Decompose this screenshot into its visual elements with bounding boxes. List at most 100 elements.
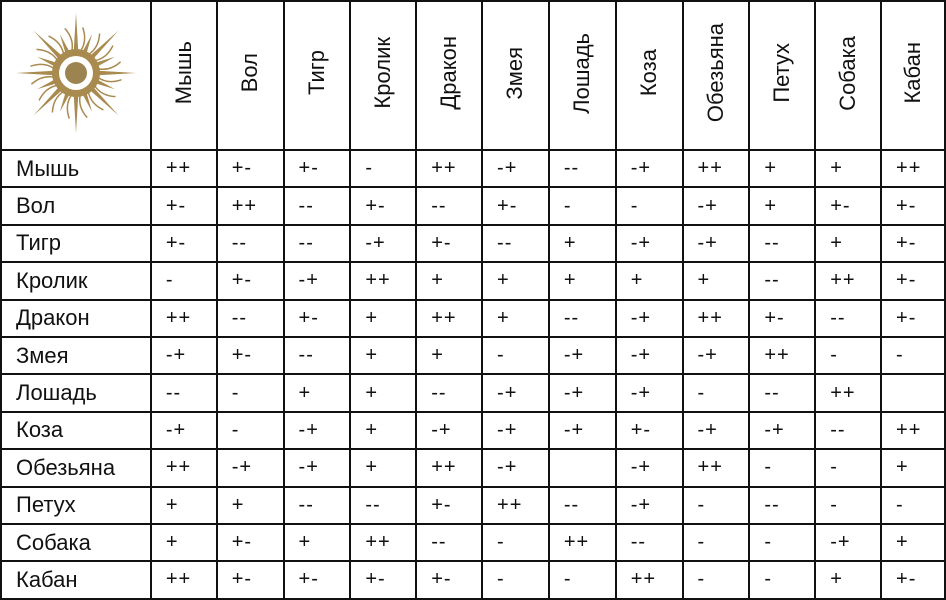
compatibility-cell: -- <box>149 373 218 413</box>
compatibility-cell: +- <box>614 410 684 451</box>
compatibility-cell: -+ <box>282 448 352 488</box>
compatibility-cell: -+ <box>547 410 617 451</box>
table-row: Вол +- ++ -- +- -- +- - - -+ + +- +- <box>0 186 946 226</box>
column-header: Мышь <box>149 0 218 151</box>
column-header-label: Вол <box>237 53 263 93</box>
compatibility-cell: +- <box>880 560 946 600</box>
compatibility-cell: -- <box>282 223 352 264</box>
table-row: Кролик - +- -+ ++ + + + + + -- ++ +- <box>0 261 946 301</box>
compatibility-cell: +- <box>282 298 352 338</box>
column-header-label: Тигр <box>303 50 329 96</box>
compatibility-cell: + <box>880 448 946 488</box>
compatibility-cell: -+ <box>282 261 352 301</box>
table-row: Тигр +- -- -- -+ +- -- + -+ -+ -- + +- <box>0 223 946 264</box>
compatibility-cell: - <box>814 335 883 376</box>
compatibility-cell: - <box>481 560 550 600</box>
sun-icon <box>15 13 136 133</box>
compatibility-cell: -+ <box>149 410 218 451</box>
column-header: Кролик <box>349 0 418 151</box>
column-header: Кабан <box>880 0 946 151</box>
compatibility-cell: - <box>614 186 684 226</box>
compatibility-cell: - <box>880 335 946 376</box>
compatibility-cell: + <box>349 448 418 488</box>
compatibility-cell: -+ <box>481 373 550 413</box>
compatibility-cell: ++ <box>681 448 751 488</box>
compatibility-cell: + <box>415 335 484 376</box>
compatibility-cell: -+ <box>614 223 684 264</box>
compatibility-cell: ++ <box>681 298 751 338</box>
compatibility-cell: -- <box>215 298 285 338</box>
compatibility-cell: ++ <box>547 522 617 563</box>
column-header: Собака <box>814 0 883 151</box>
compatibility-cell: - <box>681 373 751 413</box>
compatibility-cell: +- <box>880 261 946 301</box>
compatibility-cell: ++ <box>880 148 946 189</box>
compatibility-cell: ++ <box>149 298 218 338</box>
compatibility-cell: -+ <box>349 223 418 264</box>
compatibility-cell: -- <box>748 485 817 525</box>
compatibility-cell: -+ <box>215 448 285 488</box>
compatibility-cell: ++ <box>149 148 218 189</box>
column-header-label: Дракон <box>436 36 462 110</box>
compatibility-cell: - <box>481 335 550 376</box>
compatibility-cell: - <box>880 485 946 525</box>
compatibility-cell: -- <box>282 335 352 376</box>
compatibility-cell: - <box>349 148 418 189</box>
compatibility-cell: -+ <box>681 410 751 451</box>
compatibility-cell: + <box>547 261 617 301</box>
compatibility-cell: - <box>215 410 285 451</box>
row-label: Кролик <box>0 261 152 301</box>
compatibility-cell: ++ <box>415 448 484 488</box>
column-header-label: Змея <box>502 46 528 100</box>
compatibility-cell: -+ <box>282 410 352 451</box>
row-label: Змея <box>0 335 152 376</box>
compatibility-cell: +- <box>349 560 418 600</box>
compatibility-cell: + <box>814 560 883 600</box>
compatibility-cell: - <box>681 522 751 563</box>
compatibility-cell: + <box>681 261 751 301</box>
column-header-label: Кролик <box>370 37 396 109</box>
column-header: Обезьяна <box>681 0 751 151</box>
compatibility-cell: -- <box>748 373 817 413</box>
compatibility-cell: ++ <box>814 373 883 413</box>
row-label: Тигр <box>0 223 152 264</box>
compatibility-cell: + <box>349 373 418 413</box>
compatibility-cell: -+ <box>614 298 684 338</box>
compatibility-cell <box>547 448 617 488</box>
column-header: Коза <box>614 0 684 151</box>
compatibility-cell: + <box>614 261 684 301</box>
compatibility-cell: ++ <box>880 410 946 451</box>
compatibility-cell: -+ <box>814 522 883 563</box>
table-row: Кабан ++ +- +- +- +- - - ++ - - + +- <box>0 560 946 600</box>
compatibility-cell: +- <box>215 148 285 189</box>
compatibility-cell: + <box>349 298 418 338</box>
table-row: Собака + +- + ++ -- - ++ -- - - -+ + <box>0 522 946 563</box>
compatibility-cell: -- <box>282 186 352 226</box>
compatibility-cell: +- <box>149 223 218 264</box>
compatibility-cell: - <box>481 522 550 563</box>
logo-cell <box>0 0 152 151</box>
compatibility-cell: ++ <box>614 560 684 600</box>
compatibility-cell: - <box>814 485 883 525</box>
compatibility-cell: -+ <box>481 448 550 488</box>
compatibility-cell: +- <box>215 522 285 563</box>
column-header: Петух <box>748 0 817 151</box>
compatibility-cell: -+ <box>547 335 617 376</box>
table-row: Коза -+ - -+ + -+ -+ -+ +- -+ -+ -- ++ <box>0 410 946 451</box>
compatibility-cell: +- <box>880 186 946 226</box>
compatibility-cell: -+ <box>614 335 684 376</box>
compatibility-cell: + <box>282 522 352 563</box>
column-header: Змея <box>481 0 550 151</box>
column-header-label: Мышь <box>170 41 196 105</box>
compatibility-cell: ++ <box>814 261 883 301</box>
column-header: Лошадь <box>547 0 617 151</box>
compatibility-cell: +- <box>880 223 946 264</box>
compatibility-cell: ++ <box>481 485 550 525</box>
compatibility-cell: +- <box>415 485 484 525</box>
compatibility-cell: - <box>547 560 617 600</box>
compatibility-cell: - <box>748 448 817 488</box>
compatibility-cell: + <box>149 522 218 563</box>
compatibility-cell: - <box>681 485 751 525</box>
row-label: Мышь <box>0 148 152 189</box>
compatibility-cell: -- <box>349 485 418 525</box>
